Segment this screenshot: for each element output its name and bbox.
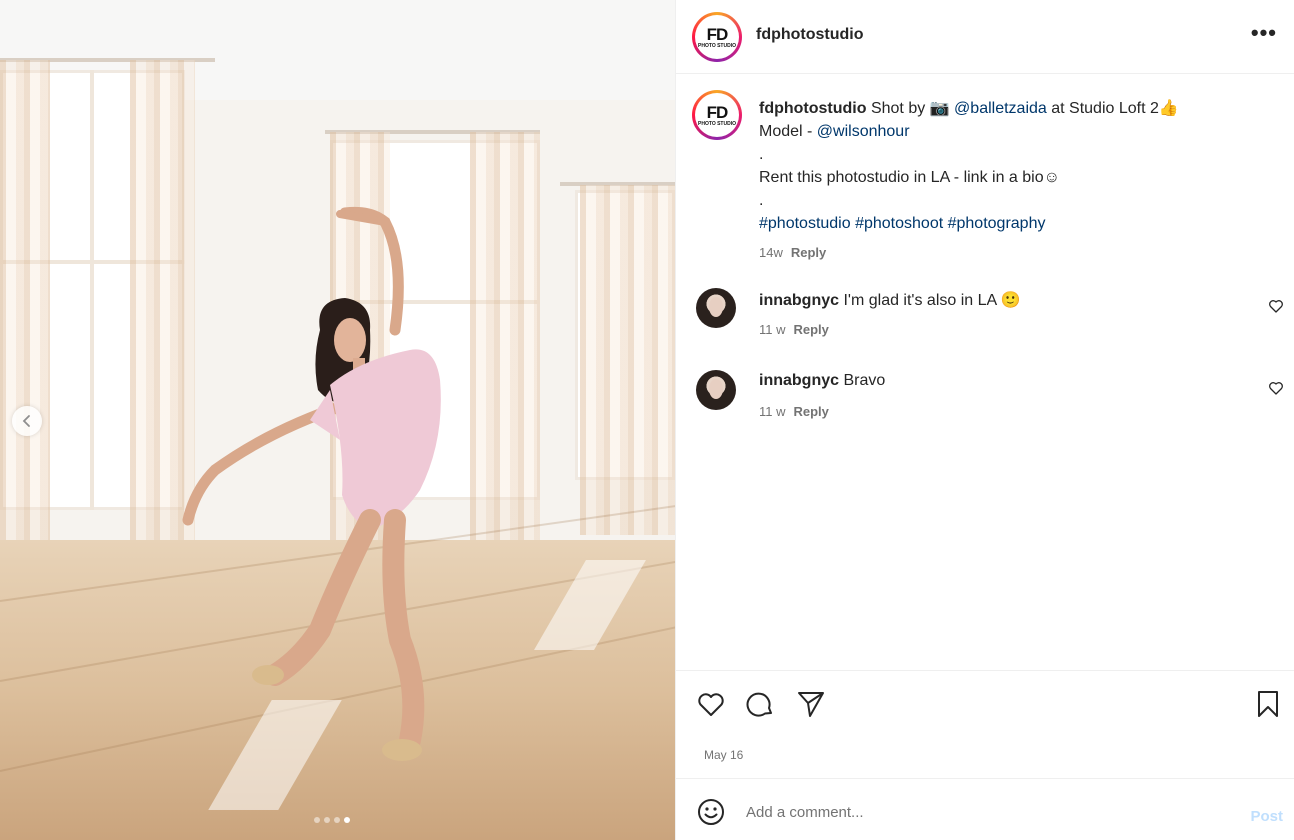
comment-text: innabgnyc Bravo (759, 372, 885, 390)
comment-body: Bravo (839, 372, 886, 389)
comment-input[interactable] (746, 799, 1206, 825)
comment-body: I'm glad it's also in LA 🙂 (839, 292, 1021, 309)
caption-text-segment: Model - (759, 123, 817, 140)
commenter-username[interactable]: innabgnyc (759, 372, 839, 389)
dancer-figure (182, 206, 441, 761)
reply-button[interactable]: Reply (791, 245, 826, 260)
caption-meta: 14w Reply (759, 241, 1259, 264)
mention-link[interactable]: @wilsonhour (817, 123, 910, 140)
comment-timestamp[interactable]: 11 w (759, 322, 786, 337)
caption-timestamp[interactable]: 14w (759, 245, 783, 260)
post-actions: May 16 (676, 670, 1294, 778)
reply-button[interactable]: Reply (794, 322, 829, 337)
camera-emoji-icon: 📷 (929, 100, 950, 117)
mention-link[interactable]: @balletzaida (954, 100, 1047, 117)
avatar-logo-text: FD (706, 102, 729, 122)
heart-icon[interactable] (696, 689, 726, 719)
bookmark-icon[interactable] (1253, 689, 1283, 719)
avatar-logo-text: FD (706, 24, 729, 44)
comment-meta: 11 w Reply (759, 404, 829, 419)
avatar-logo-subtext: PHOTO STUDIO (698, 42, 736, 49)
author-username[interactable]: fdphotostudio (756, 26, 864, 44)
thumbs-up-emoji-icon: 👍 (1158, 100, 1179, 117)
post-date[interactable]: May 16 (704, 748, 743, 762)
post-header: FD PHOTO STUDIO fdphotostudio ••• (676, 0, 1294, 74)
commenter-avatar[interactable] (696, 288, 736, 328)
comment-meta: 11 w Reply (759, 322, 829, 337)
carousel-dot (324, 817, 330, 823)
comment-item: innabgnyc I'm glad it's also in LA 🙂 11 … (696, 288, 1286, 348)
add-comment-bar: Post (676, 778, 1294, 840)
hashtags-link[interactable]: #photostudio #photoshoot #photography (759, 212, 1259, 235)
post-side-panel: FD PHOTO STUDIO fdphotostudio ••• FD PHO… (675, 0, 1294, 840)
commenter-avatar[interactable] (696, 370, 736, 410)
avatar-logo-subtext: PHOTO STUDIO (698, 120, 736, 127)
carousel-dot (314, 817, 320, 823)
caption-username[interactable]: fdphotostudio (759, 100, 867, 117)
caption-text: fdphotostudio Shot by 📷 @balletzaida at … (759, 97, 1259, 264)
caption-separator: . (759, 146, 764, 163)
reply-button[interactable]: Reply (794, 404, 829, 419)
share-icon[interactable] (796, 689, 826, 719)
post-photo[interactable] (0, 0, 675, 840)
comment-icon[interactable] (746, 689, 776, 719)
caption-author-avatar[interactable]: FD PHOTO STUDIO (692, 90, 742, 140)
author-avatar[interactable]: FD PHOTO STUDIO (692, 12, 742, 62)
heart-icon[interactable] (1268, 298, 1284, 314)
more-options-icon[interactable]: ••• (1251, 20, 1277, 46)
emoji-icon[interactable] (696, 797, 726, 827)
post-button[interactable]: Post (1250, 808, 1283, 825)
comment-text: innabgnyc I'm glad it's also in LA 🙂 (759, 290, 1021, 310)
carousel-dot (334, 817, 340, 823)
caption-separator: . (759, 192, 764, 209)
carousel-indicator (314, 817, 350, 823)
caption-text-segment: Shot by (866, 100, 930, 117)
carousel-dot-active (344, 817, 350, 823)
comment-item: innabgnyc Bravo 11 w Reply (696, 370, 1286, 430)
carousel-prev-button[interactable] (12, 406, 42, 436)
comment-timestamp[interactable]: 11 w (759, 404, 786, 419)
heart-icon[interactable] (1268, 380, 1284, 396)
caption-text-segment: Rent this photostudio in LA - link in a … (759, 169, 1060, 186)
caption-text-segment: at Studio Loft 2 (1046, 100, 1159, 117)
chevron-left-icon (22, 415, 30, 427)
commenter-username[interactable]: innabgnyc (759, 292, 839, 309)
